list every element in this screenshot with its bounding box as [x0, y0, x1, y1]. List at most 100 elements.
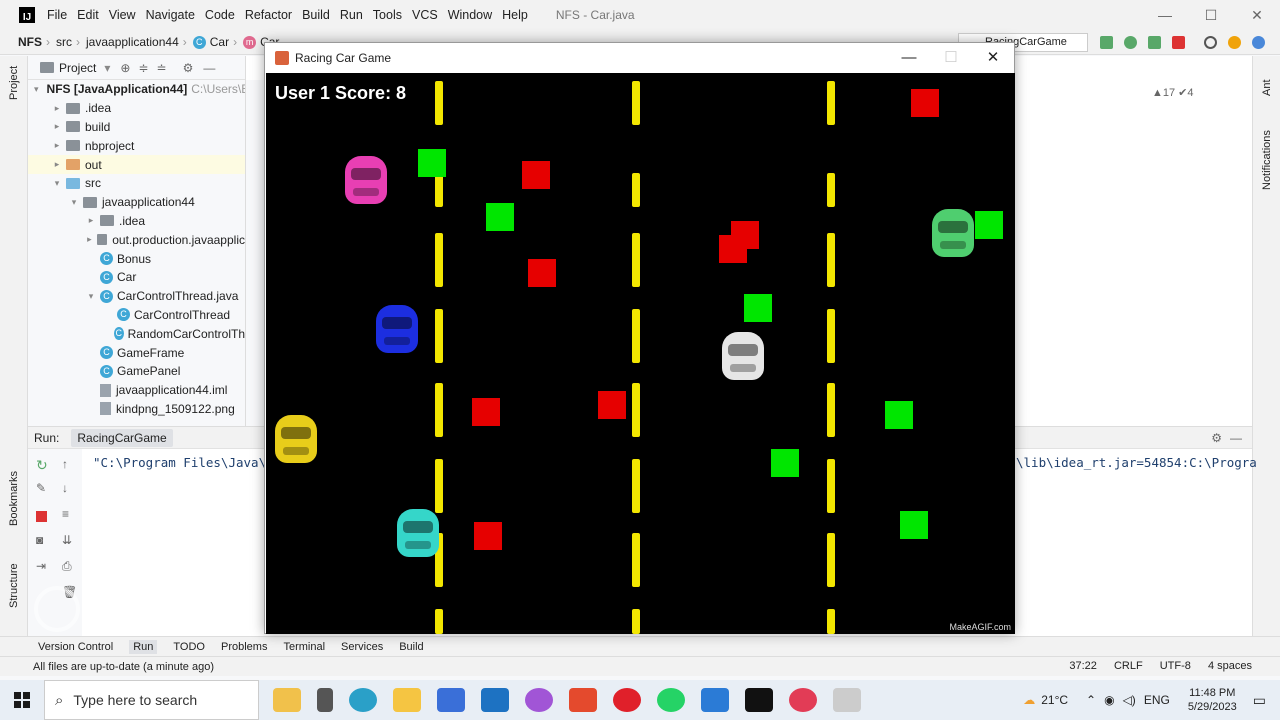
menu-refactor[interactable]: Refactor	[245, 8, 292, 22]
tree-item[interactable]: ▸ build	[28, 118, 245, 137]
tree-item[interactable]: ▾ src	[28, 174, 245, 193]
indent-setting[interactable]: 4 spaces	[1208, 660, 1252, 672]
soft-wrap-icon[interactable]: ≡	[62, 507, 69, 521]
search-highlight-icon[interactable]	[273, 688, 301, 712]
tree-item[interactable]: ▸ out.production.javaapplic	[28, 230, 245, 249]
inspection-widget[interactable]: ▲17 ✔4	[1152, 86, 1194, 99]
tree-item[interactable]: C GamePanel	[28, 362, 245, 381]
chevron-right-icon[interactable]: ▸	[51, 140, 63, 151]
yandex-icon[interactable]	[613, 688, 641, 712]
weather-temp[interactable]: 21°C	[1041, 693, 1068, 707]
arrow-down-icon[interactable]: ↓	[62, 481, 68, 495]
menu-navigate[interactable]: Navigate	[146, 8, 195, 22]
maximize-icon[interactable]: ☐	[1188, 0, 1234, 30]
print-icon[interactable]: ⎙	[62, 559, 72, 574]
chevron-down-icon[interactable]: ▾	[51, 178, 63, 189]
locate-icon[interactable]: ⊕	[120, 61, 130, 75]
rerun-icon[interactable]: ↻	[36, 457, 48, 474]
tree-item[interactable]: ▸ .idea	[28, 99, 245, 118]
structure-tool-label[interactable]: Structure	[8, 563, 20, 608]
expand-icon[interactable]: ≐	[157, 61, 167, 75]
network-icon[interactable]: ◉	[1104, 693, 1114, 707]
wrench-icon[interactable]: ✎	[36, 481, 46, 495]
file-encoding[interactable]: UTF-8	[1160, 660, 1191, 672]
volume-icon[interactable]: ◁)	[1123, 693, 1136, 707]
tree-item[interactable]: C Bonus	[28, 249, 245, 268]
notifications-icon[interactable]: ▭	[1253, 692, 1266, 709]
arrow-up-icon[interactable]: ↑	[62, 457, 68, 471]
task-view-icon[interactable]	[317, 688, 333, 712]
menu-vcs[interactable]: VCS	[412, 8, 438, 22]
menu-view[interactable]: View	[109, 8, 136, 22]
tab-build[interactable]: Build	[399, 641, 423, 653]
game-canvas[interactable]: User 1 Score: 8 MakeAGIF.com	[266, 73, 1015, 634]
brave-browser-icon[interactable]	[569, 688, 597, 712]
menu-file[interactable]: File	[47, 8, 67, 22]
tab-run[interactable]: Run	[129, 639, 158, 654]
tree-item[interactable]: ▾ NFS [JavaApplication44] C:\Users\E	[28, 80, 245, 99]
file-explorer-icon[interactable]	[393, 688, 421, 712]
chevron-right-icon[interactable]: ▸	[51, 121, 63, 132]
menu-tools[interactable]: Tools	[373, 8, 402, 22]
java-app-icon[interactable]	[833, 688, 861, 712]
tree-item[interactable]: C Car	[28, 268, 245, 287]
menu-run[interactable]: Run	[340, 8, 363, 22]
menu-code[interactable]: Code	[205, 8, 235, 22]
tab-services[interactable]: Services	[341, 641, 383, 653]
menu-edit[interactable]: Edit	[77, 8, 99, 22]
bookmarks-tool-label[interactable]: Bookmarks	[8, 471, 20, 526]
language-indicator[interactable]: ENG	[1144, 693, 1170, 707]
notifications-tool-label[interactable]: Notifications	[1261, 130, 1273, 190]
chevron-up-icon[interactable]: ⌃	[1086, 693, 1096, 707]
breadcrumb-class[interactable]: Car	[210, 35, 229, 49]
chevron-down-icon[interactable]: ▾	[68, 197, 80, 208]
tab-terminal[interactable]: Terminal	[283, 641, 325, 653]
rerun-icon[interactable]	[1100, 36, 1113, 49]
copilot-icon[interactable]	[525, 688, 553, 712]
tree-item[interactable]: ▾ javaapplication44	[28, 193, 245, 212]
menu-window[interactable]: Window	[448, 8, 492, 22]
chevron-down-icon[interactable]: ▾	[34, 84, 39, 95]
tab-version-control[interactable]: Version Control	[38, 641, 113, 653]
tree-item[interactable]: C GameFrame	[28, 343, 245, 362]
gear-icon[interactable]: ⚙	[1211, 431, 1222, 445]
start-button[interactable]	[0, 680, 44, 720]
chevron-right-icon[interactable]: ▸	[85, 215, 97, 226]
tree-item[interactable]: ▸ out	[28, 155, 245, 174]
intellij-logo-icon[interactable]: IJ	[19, 7, 35, 23]
close-icon[interactable]: ✕	[972, 43, 1014, 73]
intellij-icon[interactable]	[745, 688, 773, 712]
run-tab[interactable]: RacingCarGame	[71, 428, 173, 447]
line-separator[interactable]: CRLF	[1114, 660, 1143, 672]
collapse-icon[interactable]: ≑	[138, 61, 148, 75]
breadcrumb-src[interactable]: src	[56, 35, 72, 49]
login-icon[interactable]: ⇥	[36, 559, 46, 573]
edge-browser-icon[interactable]	[349, 688, 377, 712]
chevron-right-icon[interactable]: ▸	[51, 159, 63, 170]
project-header-label[interactable]: Project	[59, 61, 96, 75]
breadcrumb-project[interactable]: NFS	[18, 35, 42, 49]
scroll-end-icon[interactable]: ⇊	[62, 533, 72, 547]
store-icon[interactable]	[437, 688, 465, 712]
gear-icon[interactable]: ⚙	[183, 61, 194, 75]
chevron-down-icon[interactable]: ▾	[104, 61, 110, 75]
hide-icon[interactable]: —	[203, 61, 215, 75]
tab-problems[interactable]: Problems	[221, 641, 267, 653]
tree-item[interactable]: ▸ nbproject	[28, 136, 245, 155]
chevron-right-icon[interactable]: ▸	[51, 103, 63, 114]
tree-item[interactable]: javaapplication44.iml	[28, 381, 245, 400]
stop-icon[interactable]	[1172, 36, 1185, 49]
settings-icon[interactable]	[1252, 36, 1265, 49]
menu-build[interactable]: Build	[302, 8, 330, 22]
whatsapp-icon[interactable]	[657, 688, 685, 712]
search-icon[interactable]	[1204, 36, 1217, 49]
update-icon[interactable]	[1228, 36, 1241, 49]
recorder-icon[interactable]	[789, 688, 817, 712]
stop-icon[interactable]	[36, 511, 47, 522]
hide-icon[interactable]: —	[1230, 431, 1242, 445]
chevron-right-icon[interactable]: ▸	[85, 234, 94, 245]
chevron-down-icon[interactable]: ▾	[85, 291, 97, 302]
tree-item[interactable]: ▸ .idea	[28, 212, 245, 231]
minimize-icon[interactable]: —	[1142, 0, 1188, 30]
menu-help[interactable]: Help	[502, 8, 528, 22]
